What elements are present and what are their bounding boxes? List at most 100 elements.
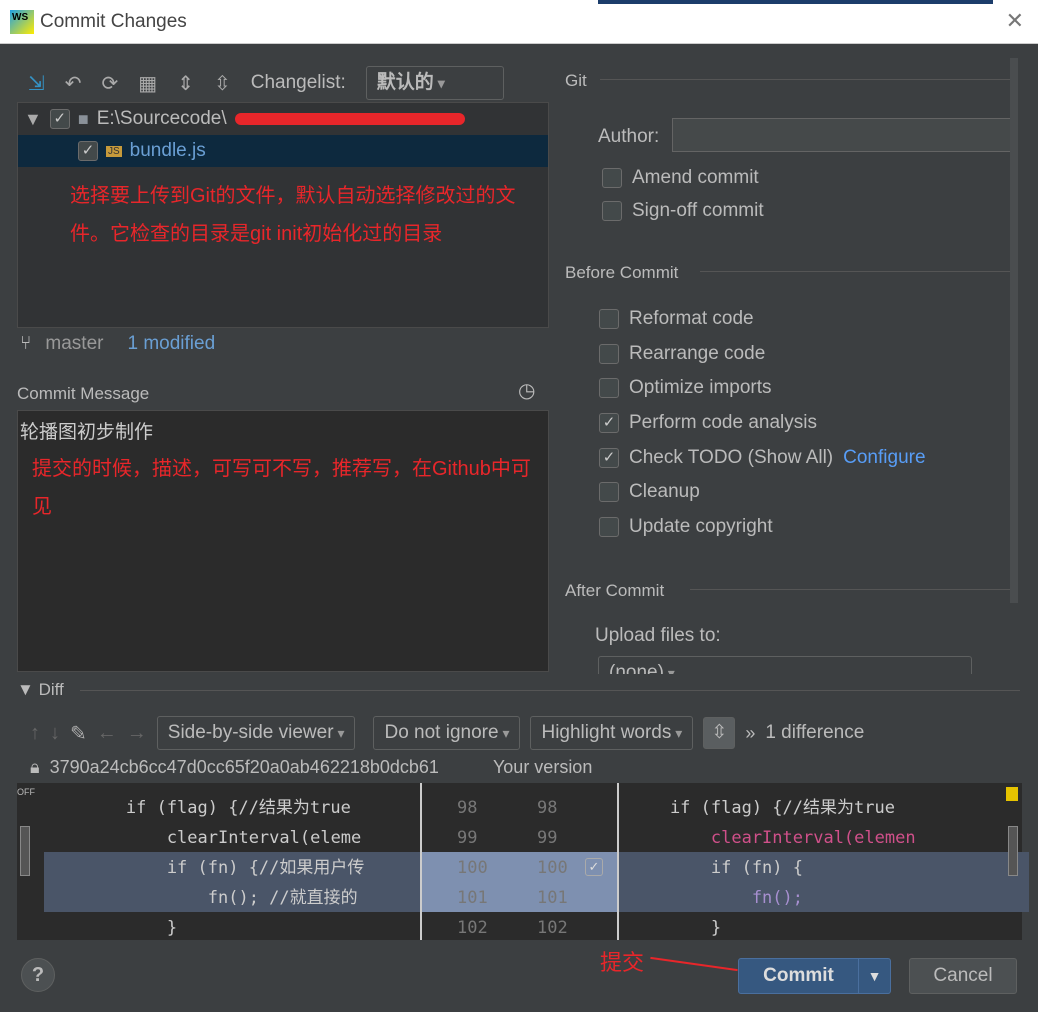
next-file-icon[interactable]: → [127, 722, 147, 745]
checkbox[interactable]: ✓ [599, 447, 619, 468]
divider [700, 271, 1016, 272]
window-title: Commit Changes [40, 11, 187, 32]
divider [420, 783, 422, 940]
prev-diff-icon[interactable]: ↑ [30, 722, 40, 745]
expand-all-icon[interactable]: ⇕ [177, 71, 194, 96]
perform-code-analysis-option[interactable]: ✓ Perform code analysis [599, 406, 926, 441]
code-line: if (fn) {//如果用户传 [44, 858, 365, 878]
file-checkbox[interactable]: ✓ [78, 141, 98, 161]
help-button[interactable]: ? [21, 958, 55, 992]
prev-file-icon[interactable]: ← [97, 722, 117, 745]
commit-button[interactable]: Commit ▼ [738, 958, 891, 994]
author-input[interactable] [672, 118, 1014, 152]
option-label: Amend commit [632, 167, 759, 188]
checkbox[interactable] [602, 201, 622, 221]
update-copyright-option[interactable]: Update copyright [599, 510, 926, 545]
configure-link[interactable]: Configure [843, 447, 925, 469]
checkbox[interactable] [599, 343, 619, 364]
option-label: Check TODO (Show All) [629, 446, 834, 468]
cleanup-option[interactable]: Cleanup [599, 475, 926, 510]
divider [600, 79, 1016, 80]
redaction-mark [234, 113, 465, 125]
highlight-dropdown[interactable]: Highlight words [530, 716, 694, 750]
lock-icon: 🔒︎ [30, 757, 40, 777]
viewer-dropdown[interactable]: Side-by-side viewer [156, 716, 356, 750]
history-clock-icon[interactable]: ◷ [518, 378, 535, 403]
checkbox[interactable] [599, 516, 619, 537]
folder-icon: ■ [77, 108, 89, 129]
optimize-imports-option[interactable]: Optimize imports [599, 371, 926, 406]
annotation-commit: 提交 [600, 950, 645, 975]
cancel-button[interactable]: Cancel [909, 958, 1017, 994]
checkbox[interactable] [599, 482, 619, 503]
left-editor[interactable]: if (flag) {//结果为true clearInterval(eleme… [44, 793, 420, 943]
before-commit-label: Before Commit [565, 263, 679, 282]
git-section-label: Git [565, 71, 587, 90]
collapse-all-icon[interactable]: ⇳ [214, 71, 231, 96]
option-label: Perform code analysis [629, 412, 817, 434]
annotation-message: 提交的时候，描述，可写可不写，推荐写，在Github中可见 [32, 458, 531, 518]
root-checkbox[interactable]: ✓ [49, 109, 70, 129]
close-icon[interactable]: ✕ [1006, 8, 1024, 34]
commit-message-input[interactable]: 轮播图初步制作 提交的时候，描述，可写可不写，推荐写，在Github中可见 [17, 410, 549, 672]
line-number: 101 [537, 888, 568, 908]
refresh-icon[interactable]: ⟳ [102, 71, 119, 96]
changelist-label: Changelist: [250, 72, 346, 93]
divider [80, 690, 1020, 691]
background-band [598, 0, 993, 4]
upload-dropdown[interactable]: (none) [598, 656, 972, 674]
expand-arrow-icon[interactable]: ▼ [24, 109, 42, 130]
signoff-commit-option[interactable]: Sign-off commit [602, 196, 764, 226]
right-panel-scrollbar[interactable] [1010, 58, 1018, 603]
commit-options-dropdown-icon[interactable]: ▼ [858, 959, 890, 993]
right-editor[interactable]: if (flag) {//结果为true clearInterval(eleme… [629, 793, 1009, 943]
reformat-code-option[interactable]: Reformat code [599, 302, 926, 337]
branch-icon: ⑂ [20, 333, 32, 354]
branch-name: master [45, 333, 104, 354]
modified-count[interactable]: 1 modified [127, 333, 215, 355]
commit-message-text: 轮播图初步制作 [20, 422, 154, 443]
group-by-icon[interactable]: ▦ [138, 71, 157, 96]
right-scrollbar[interactable] [1008, 826, 1018, 876]
show-diff-icon[interactable]: ⇲ [28, 71, 45, 96]
diff-toolbar: ↑ ↓ ✎ ← → Side-by-side viewer Do not ign… [30, 716, 864, 750]
collapse-arrow-icon: ▼ [17, 680, 39, 699]
rollback-icon[interactable]: ↶ [65, 71, 82, 96]
code-line: } [44, 918, 178, 938]
changes-toolbar: ⇲ ↶ ⟳ ▦ ⇕ ⇳ Changelist: 默认的 [28, 66, 504, 100]
title-bar: WS Commit Changes ✕ [0, 0, 1038, 44]
after-commit-label: After Commit [565, 581, 665, 600]
js-file-icon: JS [106, 145, 122, 157]
code-line: if (flag) {//结果为true [44, 798, 351, 818]
checkbox[interactable]: ✓ [599, 413, 619, 434]
rearrange-code-option[interactable]: Rearrange code [599, 337, 926, 372]
webstorm-logo-icon: WS [10, 10, 34, 34]
more-icon[interactable]: » [745, 723, 755, 744]
check-todo-option[interactable]: ✓ Check TODO (Show All) Configure [599, 440, 926, 475]
changelist-dropdown[interactable]: 默认的 [365, 66, 504, 100]
left-scrollbar[interactable] [20, 826, 30, 876]
tree-root-row[interactable]: ▼ ✓ ■ E:\Sourcecode\ [18, 103, 548, 135]
diff-label: Diff [38, 680, 64, 699]
author-label: Author: [598, 126, 660, 147]
checkbox[interactable] [602, 168, 622, 188]
tree-file-row[interactable]: ✓ JS bundle.js [18, 135, 548, 167]
upload-row: (none) [598, 656, 1018, 674]
option-label: Update copyright [629, 515, 773, 537]
line-number: 101 [457, 888, 488, 908]
line-number: 102 [537, 918, 568, 938]
code-line: fn(); [629, 888, 803, 908]
include-change-checkbox[interactable]: ✓ [585, 858, 603, 876]
line-number: 100 [537, 858, 568, 878]
ignore-dropdown[interactable]: Do not ignore [373, 716, 521, 750]
edit-icon[interactable]: ✎ [70, 721, 87, 746]
option-label: Reformat code [629, 308, 754, 330]
amend-commit-option[interactable]: Amend commit [602, 163, 759, 193]
checkbox[interactable] [599, 378, 619, 399]
diff-viewer: OFF if (flag) {//结果为true clearInterval(e… [17, 783, 1029, 943]
annotation-files: 选择要上传到Git的文件，默认自动选择修改过的文件。它检查的目录是git ini… [70, 185, 516, 245]
checkbox[interactable] [599, 309, 619, 330]
next-diff-icon[interactable]: ↓ [50, 722, 60, 745]
collapse-unchanged-icon[interactable]: ⇳ [703, 717, 736, 749]
diff-toggle[interactable]: ▼ Diff [17, 680, 64, 700]
